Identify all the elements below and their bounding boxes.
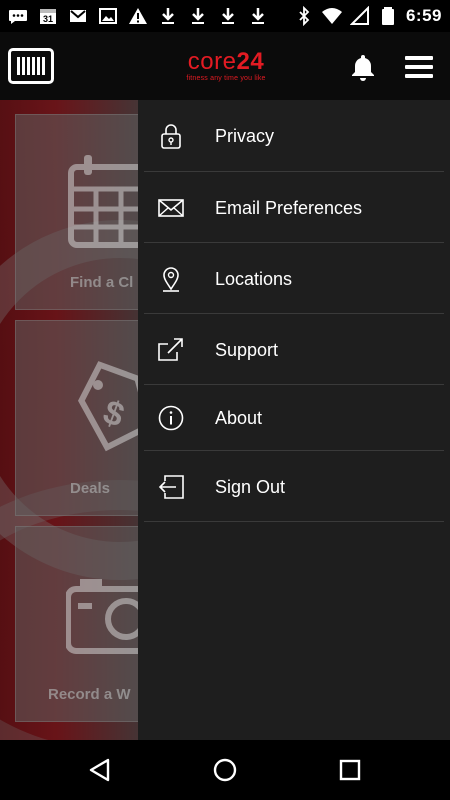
download-icon bbox=[218, 6, 238, 26]
back-button[interactable] bbox=[86, 756, 114, 784]
app-bar: core24 fitness any time you like bbox=[0, 32, 450, 100]
gmail-icon bbox=[68, 6, 88, 26]
menu-item-label: Email Preferences bbox=[215, 198, 363, 218]
barcode-button[interactable] bbox=[8, 48, 54, 84]
menu-item-support[interactable]: Support bbox=[144, 314, 444, 385]
menu-item-about[interactable]: About bbox=[144, 385, 444, 451]
envelope-icon bbox=[156, 193, 186, 223]
menu-item-locations[interactable]: Locations bbox=[144, 243, 444, 314]
calendar-day-text: 31 bbox=[43, 14, 53, 24]
back-icon bbox=[89, 758, 110, 782]
image-icon bbox=[98, 6, 118, 26]
menu-item-label: Sign Out bbox=[215, 477, 286, 497]
tile-label: Deals bbox=[70, 480, 111, 497]
find-a-class-tile[interactable]: Find a Cl bbox=[15, 114, 155, 310]
recents-button[interactable] bbox=[336, 756, 364, 784]
wifi-icon bbox=[321, 6, 342, 26]
logo-wordmark: core24 bbox=[180, 50, 272, 74]
calendar-icon: 31 bbox=[38, 6, 58, 26]
status-time: 6:59 bbox=[405, 6, 442, 25]
home-button[interactable] bbox=[211, 756, 239, 784]
logo-text: core bbox=[187, 48, 237, 75]
location-pin-icon bbox=[156, 264, 186, 294]
chat-icon bbox=[8, 6, 28, 26]
lock-icon bbox=[156, 121, 186, 151]
hamburger-menu-button[interactable] bbox=[403, 52, 435, 82]
info-icon bbox=[156, 403, 186, 433]
signal-icon bbox=[349, 6, 370, 26]
tile-label: Record a W bbox=[48, 686, 131, 703]
side-drawer: Privacy Email Preferences Locations Supp… bbox=[138, 100, 450, 740]
warning-icon bbox=[128, 6, 148, 26]
recents-icon bbox=[339, 759, 361, 781]
hamburger-icon bbox=[405, 56, 433, 78]
menu-item-email-preferences[interactable]: Email Preferences bbox=[144, 172, 444, 243]
battery-icon bbox=[378, 6, 398, 26]
bluetooth-icon bbox=[294, 6, 314, 26]
system-nav-bar bbox=[0, 740, 450, 800]
bell-icon bbox=[352, 55, 374, 81]
download-icon bbox=[248, 6, 268, 26]
menu-item-label: About bbox=[215, 408, 263, 428]
sign-out-icon bbox=[156, 472, 186, 502]
notifications-button[interactable] bbox=[348, 52, 378, 82]
menu-item-label: Support bbox=[215, 340, 279, 360]
menu-item-sign-out[interactable]: Sign Out bbox=[144, 451, 444, 522]
status-bar: 31 6:59 bbox=[0, 0, 450, 32]
tile-label: Find a Cl bbox=[70, 274, 134, 291]
deals-tile[interactable]: $ Deals bbox=[15, 320, 155, 516]
barcode-icon bbox=[17, 57, 45, 75]
home-icon bbox=[213, 758, 237, 782]
menu-item-label: Privacy bbox=[215, 126, 275, 146]
logo-number: 24 bbox=[236, 48, 265, 75]
external-link-icon bbox=[156, 335, 186, 365]
menu-item-privacy[interactable]: Privacy bbox=[144, 100, 444, 172]
record-a-workout-tile[interactable]: Record a W bbox=[15, 526, 155, 722]
download-icon bbox=[188, 6, 208, 26]
svg-text:$: $ bbox=[98, 393, 129, 435]
logo-tagline: fitness any time you like bbox=[186, 75, 266, 82]
core24-logo: core24 fitness any time you like bbox=[180, 50, 272, 86]
menu-item-label: Locations bbox=[215, 269, 293, 289]
download-icon bbox=[158, 6, 178, 26]
